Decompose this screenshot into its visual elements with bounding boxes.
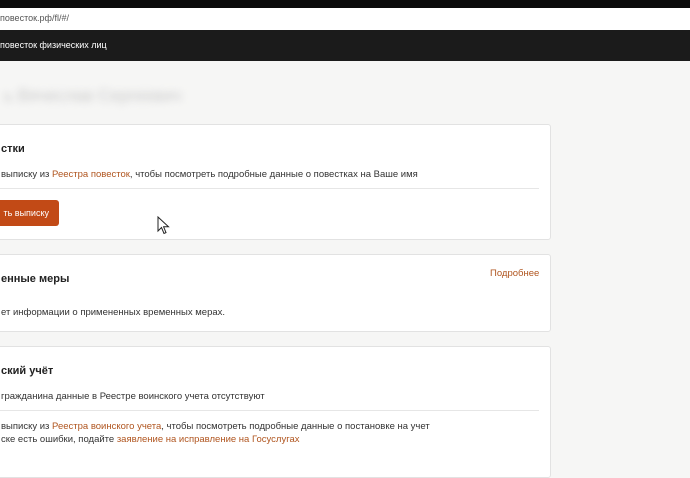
site-header: повесток физических лиц — [0, 30, 690, 61]
military-status-text: гражданина данные в Реестре воинского уч… — [1, 391, 265, 402]
military-card-title: ский учёт — [1, 365, 54, 377]
get-extract-button[interactable]: ть выписку — [0, 200, 59, 226]
military-card-text: выписку из Реестра воинского учета, чтоб… — [1, 421, 430, 432]
military-card-divider — [0, 410, 539, 411]
measures-card-text: ет информации о примененных временных ме… — [1, 307, 226, 318]
more-details-link[interactable]: Подробнее — [490, 268, 539, 279]
summons-card: стки выписку из Реестра повесток, чтобы … — [0, 124, 551, 240]
site-brand[interactable]: повесток физических лиц — [0, 40, 107, 50]
summons-card-text: выписку из Реестра повесток, чтобы посмо… — [1, 169, 418, 180]
correction-request-link[interactable]: заявление на исправление на Госуслугах — [117, 434, 300, 445]
user-name: ь Вячеслав Сергеевич — [4, 86, 182, 105]
window-top-strip — [0, 0, 690, 8]
mouse-cursor-icon — [157, 216, 170, 235]
summons-registry-link[interactable]: Реестра повесток — [52, 169, 130, 180]
measures-card-title: енные меры — [1, 273, 70, 285]
summons-card-title: стки — [1, 143, 25, 155]
summons-card-divider — [0, 188, 539, 189]
measures-card: енные меры ет информации о примененных в… — [0, 254, 551, 332]
military-card: ский учёт гражданина данные в Реестре во… — [0, 346, 551, 478]
address-bar[interactable]: повесток.рф/fl/#/ — [0, 8, 690, 31]
address-url[interactable]: повесток.рф/fl/#/ — [0, 13, 69, 23]
military-registry-link[interactable]: Реестра воинского учета — [52, 421, 161, 432]
military-correction-text: ске есть ошибки, подайте заявление на ис… — [1, 434, 300, 445]
